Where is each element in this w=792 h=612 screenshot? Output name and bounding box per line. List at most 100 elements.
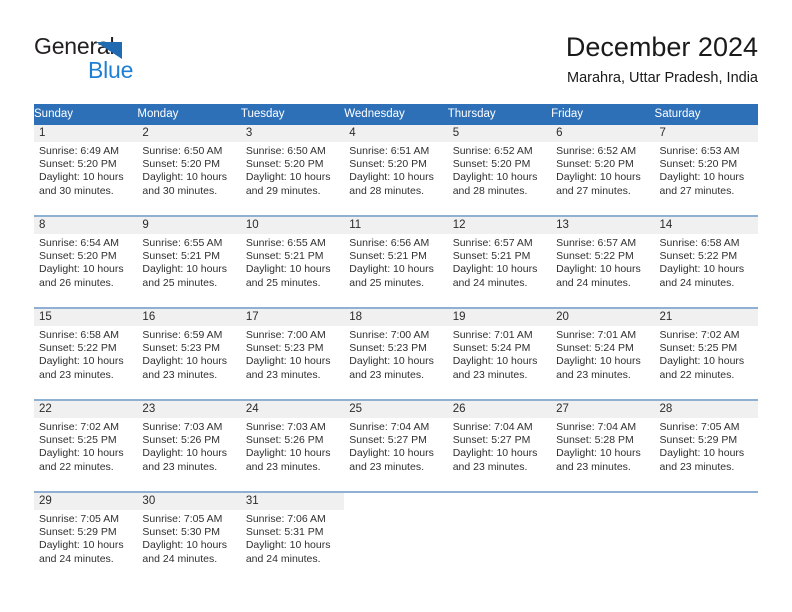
- daylight-text-line1: Daylight: 10 hours: [39, 355, 124, 368]
- calendar-day-cell[interactable]: 2 Sunrise: 6:50 AM Sunset: 5:20 PM Daylight…: [137, 125, 241, 216]
- day-cell-inner: 7 Sunrise: 6:53 AM Sunset: 5:20 PM Daylight…: [654, 125, 758, 215]
- daylight-text-line2: and 30 minutes.: [39, 184, 114, 197]
- daylight-text-line1: Daylight: 10 hours: [349, 263, 434, 276]
- day-cell-inner: [655, 493, 758, 583]
- daylight-text-line1: Daylight: 10 hours: [142, 263, 228, 276]
- calendar-day-cell[interactable]: 23 Sunrise: 7:03 AM Sunset: 5:26 PM Dayligh…: [137, 399, 241, 492]
- general-blue-logo[interactable]: General Blue: [34, 33, 214, 85]
- calendar-day-cell[interactable]: 1 Sunrise: 6:49 AM Sunset: 5:20 PM Daylight…: [34, 125, 138, 216]
- calendar-day-cell[interactable]: 18 Sunrise: 7:00 AM Sunset: 5:23 PM Dayligh…: [344, 307, 448, 400]
- day-details: Sunrise: 6:57 AM Sunset: 5:22 PM Daylight:…: [551, 234, 654, 290]
- day-number: 13: [551, 217, 655, 234]
- calendar-day-cell[interactable]: 11 Sunrise: 6:56 AM Sunset: 5:21 PM Dayligh…: [344, 215, 448, 308]
- day-cell-inner: 27 Sunrise: 7:04 AM Sunset: 5:28 PM Dayligh…: [551, 401, 655, 491]
- day-cell-inner: 19 Sunrise: 7:01 AM Sunset: 5:24 PM Dayligh…: [447, 309, 552, 399]
- day-details: Sunrise: 6:59 AM Sunset: 5:23 PM Daylight:…: [137, 326, 240, 382]
- calendar-day-cell[interactable]: 27 Sunrise: 7:04 AM Sunset: 5:28 PM Dayligh…: [551, 399, 655, 492]
- day-details: Sunrise: 7:04 AM Sunset: 5:27 PM Daylight:…: [344, 418, 447, 474]
- page-title: December 2024: [565, 32, 758, 62]
- calendar-day-cell[interactable]: 17 Sunrise: 7:00 AM Sunset: 5:23 PM Dayligh…: [240, 307, 345, 400]
- daylight-text-line2: and 28 minutes.: [452, 184, 528, 197]
- calendar-week-row: 1 Sunrise: 6:49 AM Sunset: 5:20 PM Daylight…: [34, 125, 758, 216]
- day-details: Sunrise: 6:49 AM Sunset: 5:20 PM Daylight:…: [34, 142, 137, 198]
- sunset-text: Sunset: 5:26 PM: [245, 434, 324, 447]
- daylight-text-line2: and 25 minutes.: [245, 276, 321, 289]
- calendar-day-cell[interactable]: 5 Sunrise: 6:52 AM Sunset: 5:20 PM Daylight…: [447, 125, 552, 216]
- calendar-day-cell[interactable]: 26 Sunrise: 7:04 AM Sunset: 5:27 PM Dayligh…: [447, 399, 552, 492]
- day-number: 31: [240, 493, 345, 510]
- day-number: 6: [551, 125, 655, 142]
- calendar-day-cell[interactable]: 25 Sunrise: 7:04 AM Sunset: 5:27 PM Dayligh…: [344, 399, 448, 492]
- weekday-header-sunday: Sunday: [34, 104, 138, 125]
- sunrise-text: Sunrise: 7:03 AM: [245, 421, 326, 433]
- calendar-day-cell[interactable]: 29 Sunrise: 7:05 AM Sunset: 5:29 PM Dayligh…: [34, 491, 138, 583]
- daylight-text-line2: and 22 minutes.: [39, 460, 114, 473]
- day-details: Sunrise: 6:58 AM Sunset: 5:22 PM Daylight:…: [655, 234, 758, 290]
- calendar-day-cell[interactable]: 14 Sunrise: 6:58 AM Sunset: 5:22 PM Dayligh…: [654, 215, 758, 308]
- daylight-text-line1: Daylight: 10 hours: [142, 171, 228, 184]
- sunset-text: Sunset: 5:21 PM: [142, 250, 221, 263]
- day-number: 2: [137, 125, 241, 142]
- calendar-day-cell[interactable]: 16 Sunrise: 6:59 AM Sunset: 5:23 PM Dayligh…: [137, 307, 241, 400]
- calendar-day-cell[interactable]: 6 Sunrise: 6:52 AM Sunset: 5:20 PM Daylight…: [551, 125, 655, 216]
- day-details: Sunrise: 7:02 AM Sunset: 5:25 PM Daylight:…: [655, 326, 758, 382]
- day-cell-inner: 31 Sunrise: 7:06 AM Sunset: 5:31 PM Dayligh…: [240, 493, 345, 583]
- sunset-text: Sunset: 5:20 PM: [39, 158, 117, 171]
- calendar-day-cell[interactable]: 31 Sunrise: 7:06 AM Sunset: 5:31 PM Dayligh…: [240, 491, 345, 583]
- calendar-day-cell[interactable]: 13 Sunrise: 6:57 AM Sunset: 5:22 PM Dayligh…: [551, 215, 655, 308]
- day-details: Sunrise: 6:53 AM Sunset: 5:20 PM Daylight:…: [655, 142, 758, 198]
- sunset-text: Sunset: 5:25 PM: [39, 434, 117, 447]
- day-number: 10: [240, 217, 345, 234]
- calendar-day-cell[interactable]: 7 Sunrise: 6:53 AM Sunset: 5:20 PM Daylight…: [654, 125, 758, 216]
- day-details: Sunrise: 7:00 AM Sunset: 5:23 PM Daylight:…: [241, 326, 344, 382]
- daylight-text-line1: Daylight: 10 hours: [452, 263, 538, 276]
- day-cell-inner: 12 Sunrise: 6:57 AM Sunset: 5:21 PM Dayligh…: [447, 217, 552, 307]
- day-cell-inner: 4 Sunrise: 6:51 AM Sunset: 5:20 PM Daylight…: [344, 125, 448, 215]
- calendar-page: General Blue December 2024 Marahra, Utta…: [0, 0, 792, 612]
- day-number: 24: [240, 401, 345, 418]
- day-number: 3: [240, 125, 345, 142]
- calendar-day-cell[interactable]: 30 Sunrise: 7:05 AM Sunset: 5:30 PM Dayligh…: [137, 491, 241, 583]
- daylight-text-line1: Daylight: 10 hours: [349, 171, 434, 184]
- daylight-text-line1: Daylight: 10 hours: [39, 263, 124, 276]
- day-number: 9: [137, 217, 241, 234]
- calendar-day-cell[interactable]: 21 Sunrise: 7:02 AM Sunset: 5:25 PM Dayligh…: [654, 307, 758, 400]
- title-block: December 2024 Marahra, Uttar Pradesh, In…: [566, 30, 758, 88]
- calendar-day-cell[interactable]: 12 Sunrise: 6:57 AM Sunset: 5:21 PM Dayligh…: [447, 215, 552, 308]
- calendar-day-cell[interactable]: 22 Sunrise: 7:02 AM Sunset: 5:25 PM Dayligh…: [34, 399, 138, 492]
- daylight-text-line1: Daylight: 10 hours: [349, 355, 434, 368]
- day-cell-inner: 13 Sunrise: 6:57 AM Sunset: 5:22 PM Dayligh…: [551, 217, 655, 307]
- calendar-day-cell[interactable]: 8 Sunrise: 6:54 AM Sunset: 5:20 PM Daylight…: [34, 215, 138, 308]
- sunset-text: Sunset: 5:24 PM: [556, 342, 634, 355]
- calendar-day-cell[interactable]: 19 Sunrise: 7:01 AM Sunset: 5:24 PM Dayligh…: [447, 307, 552, 400]
- day-cell-inner: 24 Sunrise: 7:03 AM Sunset: 5:26 PM Dayligh…: [240, 401, 345, 491]
- sunrise-text: Sunrise: 6:54 AM: [39, 237, 119, 249]
- calendar-day-cell[interactable]: 24 Sunrise: 7:03 AM Sunset: 5:26 PM Dayligh…: [240, 399, 345, 492]
- calendar-day-cell[interactable]: 4 Sunrise: 6:51 AM Sunset: 5:20 PM Daylight…: [344, 125, 448, 216]
- day-cell-inner: 10 Sunrise: 6:55 AM Sunset: 5:21 PM Dayligh…: [240, 217, 345, 307]
- day-details: Sunrise: 7:01 AM Sunset: 5:24 PM Daylight:…: [551, 326, 654, 382]
- day-number: 4: [344, 125, 448, 142]
- calendar-day-cell[interactable]: 20 Sunrise: 7:01 AM Sunset: 5:24 PM Dayligh…: [551, 307, 655, 400]
- calendar-header-row: Sunday Monday Tuesday Wednesday Thursday…: [34, 104, 758, 125]
- sunset-text: Sunset: 5:21 PM: [452, 250, 531, 263]
- daylight-text-line2: and 23 minutes.: [349, 368, 424, 381]
- daylight-text-line1: Daylight: 10 hours: [39, 171, 124, 184]
- calendar-day-cell[interactable]: 3 Sunrise: 6:50 AM Sunset: 5:20 PM Daylight…: [240, 125, 345, 216]
- daylight-text-line2: and 29 minutes.: [245, 184, 321, 197]
- daylight-text-line1: Daylight: 10 hours: [556, 447, 641, 460]
- calendar-day-cell[interactable]: 10 Sunrise: 6:55 AM Sunset: 5:21 PM Dayligh…: [240, 215, 345, 308]
- daylight-text-line2: and 27 minutes.: [556, 184, 631, 197]
- day-number: [551, 493, 654, 510]
- calendar-day-cell[interactable]: 28 Sunrise: 7:05 AM Sunset: 5:29 PM Dayligh…: [654, 399, 758, 492]
- sunset-text: Sunset: 5:20 PM: [39, 250, 117, 263]
- sunset-text: Sunset: 5:25 PM: [659, 342, 738, 355]
- day-cell-inner: 21 Sunrise: 7:02 AM Sunset: 5:25 PM Dayligh…: [654, 309, 758, 399]
- sunset-text: Sunset: 5:31 PM: [245, 526, 324, 539]
- sunrise-text: Sunrise: 6:49 AM: [39, 145, 119, 157]
- sunset-text: Sunset: 5:23 PM: [142, 342, 221, 355]
- day-details: Sunrise: 6:50 AM Sunset: 5:20 PM Daylight:…: [137, 142, 240, 198]
- day-details: Sunrise: 7:03 AM Sunset: 5:26 PM Daylight:…: [137, 418, 240, 474]
- calendar-day-cell[interactable]: 15 Sunrise: 6:58 AM Sunset: 5:22 PM Dayligh…: [34, 307, 138, 400]
- calendar-day-cell[interactable]: 9 Sunrise: 6:55 AM Sunset: 5:21 PM Daylight…: [137, 215, 241, 308]
